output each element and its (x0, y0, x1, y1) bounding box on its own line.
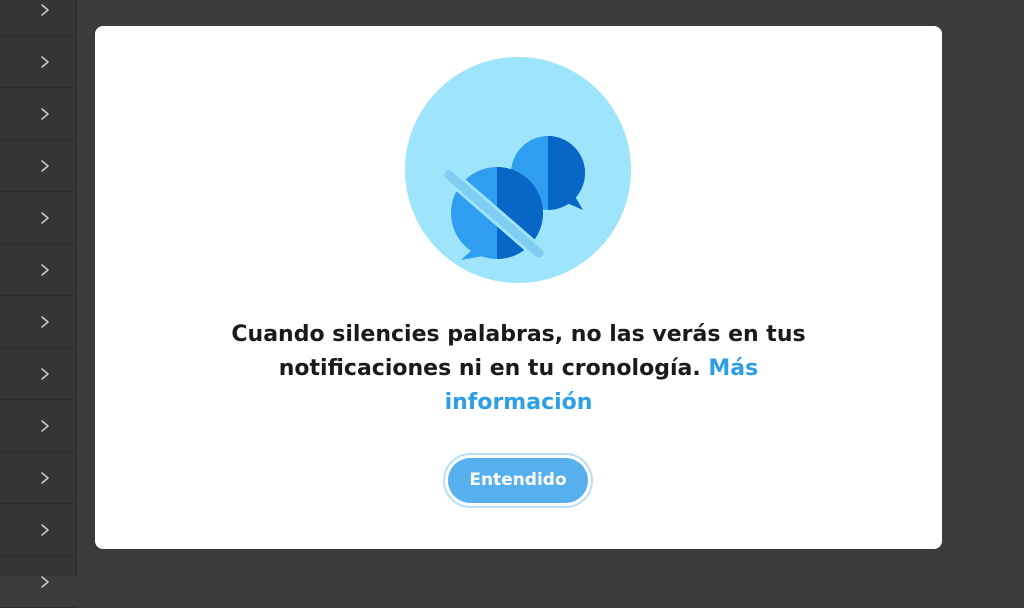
settings-list-item[interactable] (0, 452, 76, 504)
dialog-message: Cuando silencies palabras, no las verás … (215, 318, 822, 420)
settings-list (0, 0, 77, 608)
settings-list-item[interactable] (0, 140, 76, 192)
muted-chat-bubbles-icon (405, 57, 631, 283)
chevron-right-icon (41, 107, 49, 120)
chevron-right-icon (41, 263, 49, 276)
chevron-right-icon (41, 523, 49, 536)
chevron-right-icon (41, 3, 49, 16)
confirm-button[interactable]: Entendido (448, 458, 588, 503)
settings-list-item[interactable] (0, 400, 76, 452)
chevron-right-icon (41, 159, 49, 172)
chevron-right-icon (41, 367, 49, 380)
settings-list-item[interactable] (0, 0, 76, 36)
chevron-right-icon (41, 55, 49, 68)
chevron-right-icon (41, 419, 49, 432)
muted-words-dialog: Cuando silencies palabras, no las verás … (95, 26, 942, 549)
settings-list-item[interactable] (0, 296, 76, 348)
confirm-button-focus-ring: Entendido (443, 453, 593, 508)
settings-list-item[interactable] (0, 36, 76, 88)
settings-list-item[interactable] (0, 348, 76, 400)
settings-list-item[interactable] (0, 192, 76, 244)
chevron-right-icon (41, 575, 49, 588)
settings-list-item[interactable] (0, 244, 76, 296)
chevron-right-icon (41, 471, 49, 484)
settings-list-item[interactable] (0, 556, 76, 608)
chevron-right-icon (41, 315, 49, 328)
chevron-right-icon (41, 211, 49, 224)
settings-list-item[interactable] (0, 88, 76, 140)
settings-list-item[interactable] (0, 504, 76, 556)
